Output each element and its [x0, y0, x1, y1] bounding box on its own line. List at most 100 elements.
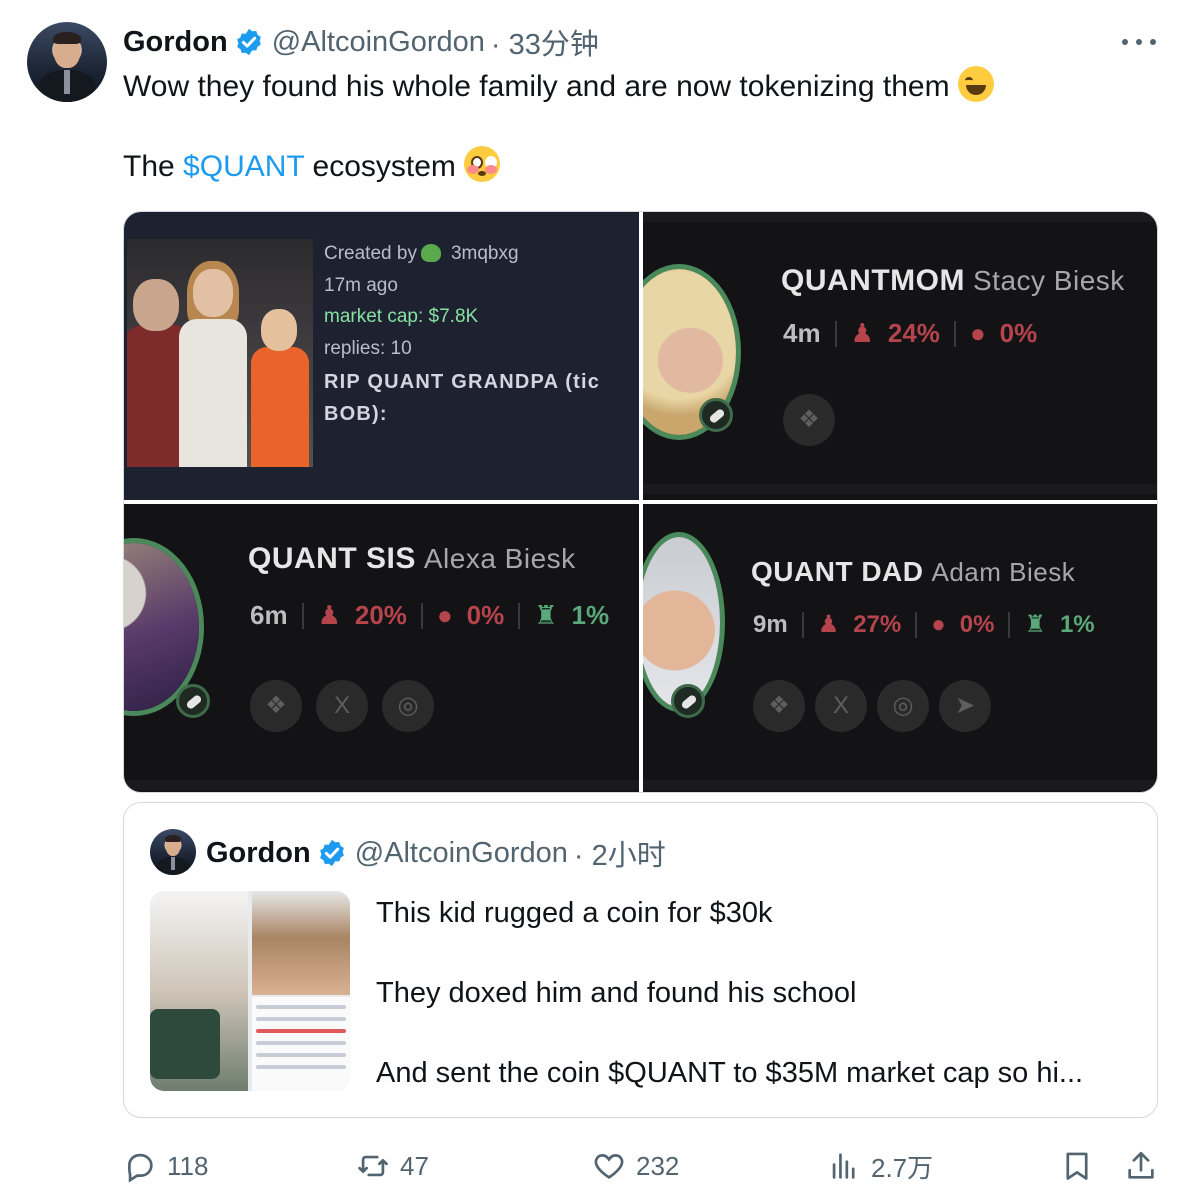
chef-hat-icon: ●	[969, 318, 986, 348]
coin-heading: QUANT SIS Alexa Biesk	[248, 542, 576, 576]
quoted-text-2: They doxed him and found his school	[376, 977, 857, 1009]
repost-icon	[358, 1155, 388, 1177]
holders-icon: ♟	[317, 600, 341, 630]
coin-heading: QUANTMOM Stacy Biesk	[781, 264, 1125, 298]
pepe-avatar-icon	[420, 244, 441, 262]
tweet-text-2-suffix: ecosystem	[312, 150, 456, 183]
quoted-author-avatar	[150, 829, 196, 875]
pill-link-icon[interactable]: ❖	[783, 394, 835, 446]
author-name[interactable]: Gordon	[123, 26, 228, 59]
pill-icon	[671, 684, 705, 718]
telegram-icon[interactable]: ➤	[939, 680, 991, 732]
like-button[interactable]: 232	[592, 1146, 679, 1186]
coin-age: 17m ago	[324, 274, 398, 296]
tweet-actions: 118 47 232 2.7万	[0, 1146, 1182, 1186]
chef-hat-icon: ●	[931, 610, 946, 638]
coin-person: Alexa Biesk	[423, 543, 576, 574]
globe-icon[interactable]: ◎	[877, 680, 929, 732]
quoted-text-1: This kid rugged a coin for $30k	[376, 897, 773, 929]
sniper-pct: 1%	[571, 600, 610, 630]
dev-pct: 0%	[999, 318, 1038, 348]
verified-badge-icon	[319, 839, 344, 867]
coin-stats: 6m ♟ 20% ● 0% ♜ 1%	[250, 600, 609, 631]
coin-title-2: BOB):	[324, 403, 388, 425]
pill-icon	[699, 398, 733, 432]
repost-button[interactable]: 47	[356, 1146, 429, 1186]
quoted-tweet-header: Gordon @AltcoinGordon · 2小时	[206, 833, 666, 873]
quoted-author-name: Gordon	[206, 836, 311, 869]
quoted-tweet[interactable]: Gordon @AltcoinGordon · 2小时 This kid rug…	[123, 802, 1158, 1118]
coin-age: 6m	[250, 600, 288, 630]
cashtag-link[interactable]: $QUANT	[183, 150, 304, 183]
views-button[interactable]: 2.7万	[827, 1146, 933, 1186]
joy-emoji-icon	[957, 66, 994, 102]
x-link-icon[interactable]: X	[815, 680, 867, 732]
sniper-pct: 1%	[1059, 610, 1095, 638]
creator-name: 3mqbxg	[450, 243, 519, 264]
tweet-text-1: Wow they found his whole family and are …	[123, 70, 950, 103]
holders-pct: 27%	[853, 610, 902, 638]
author-avatar[interactable]	[27, 22, 107, 102]
quoted-author-handle: @AltcoinGordon	[354, 836, 568, 869]
bookmark-button[interactable]	[1060, 1146, 1094, 1186]
media-tile-grandpa[interactable]: Created by 3mqbxg 17m ago market cap: $7.…	[124, 212, 639, 500]
bookmark-icon	[1066, 1152, 1088, 1180]
market-cap: market cap: $7.8K	[324, 306, 479, 327]
coin-person: Stacy Biesk	[972, 265, 1125, 296]
flushed-emoji-icon	[463, 146, 500, 182]
coin-stats: 4m ♟ 24% ● 0%	[783, 318, 1037, 349]
quoted-media-thumbnail	[150, 891, 350, 1091]
media-grid[interactable]: Created by 3mqbxg 17m ago market cap: $7.…	[123, 211, 1158, 793]
tweet-line-2: The $QUANT ecosystem	[123, 146, 500, 184]
reply-count: 118	[167, 1150, 209, 1181]
coin-person: Adam Biesk	[931, 557, 1076, 587]
reply-button[interactable]: 118	[123, 1146, 208, 1186]
dev-pct: 0%	[466, 600, 505, 630]
media-tile-quantmom[interactable]: QUANTMOM Stacy Biesk 4m ♟ 24% ● 0% ❖	[643, 212, 1157, 500]
created-by-label: Created by	[324, 243, 417, 264]
chef-hat-icon: ●	[436, 600, 453, 630]
tweet-line-1: Wow they found his whole family and are …	[123, 66, 994, 104]
quoted-text-3: And sent the coin $QUANT to $35M market …	[376, 1057, 1084, 1089]
coin-stats: 9m ♟ 27% ● 0% ♜ 1%	[753, 610, 1095, 639]
reply-count: replies: 10	[324, 337, 412, 359]
coin-ticker: QUANT SIS	[248, 542, 416, 575]
holders-pct: 24%	[887, 318, 940, 348]
heart-icon	[594, 1154, 624, 1179]
tweet-time[interactable]: · 33分钟	[491, 21, 599, 63]
tweet-header: Gordon @AltcoinGordon · 33分钟	[123, 21, 599, 63]
pill-link-icon[interactable]: ❖	[753, 680, 805, 732]
share-icon	[1128, 1151, 1154, 1179]
sniper-icon: ♜	[534, 600, 558, 630]
like-count: 232	[636, 1150, 680, 1181]
holders-icon: ♟	[850, 318, 874, 348]
coin-ticker: QUANT DAD	[751, 556, 924, 587]
share-button[interactable]	[1124, 1146, 1158, 1186]
sniper-icon: ♜	[1024, 611, 1046, 638]
media-tile-quant-sis[interactable]: QUANT SIS Alexa Biesk 6m ♟ 20% ● 0% ♜ 1% …	[124, 504, 639, 792]
coin-age: 9m	[753, 610, 788, 638]
holders-icon: ♟	[817, 611, 840, 638]
tweet-text-2-prefix: The	[123, 150, 175, 183]
coin-meta: Created by 3mqbxg 17m ago market cap: $7.…	[324, 238, 600, 430]
pill-link-icon[interactable]: ❖	[250, 680, 302, 732]
more-options-icon[interactable]	[1122, 36, 1156, 48]
coin-title-1: RIP QUANT GRANDPA (tic	[324, 371, 601, 393]
views-icon	[832, 1153, 855, 1179]
author-handle[interactable]: @AltcoinGordon	[272, 26, 485, 59]
media-tile-quant-dad[interactable]: QUANT DAD Adam Biesk 9m ♟ 27% ● 0% ♜ 1% ❖…	[643, 504, 1157, 792]
verified-badge-icon	[236, 28, 261, 56]
coin-ticker: QUANTMOM	[781, 264, 965, 297]
holders-pct: 20%	[354, 600, 407, 630]
quoted-tweet-time: · 2小时	[573, 840, 666, 872]
x-link-icon[interactable]: X	[316, 680, 368, 732]
globe-icon[interactable]: ◎	[382, 680, 434, 732]
family-photo	[127, 239, 313, 467]
coin-age: 4m	[783, 318, 821, 348]
view-count: 2.7万	[871, 1152, 934, 1183]
reply-icon	[128, 1153, 153, 1183]
dev-pct: 0%	[959, 610, 995, 638]
pill-icon	[176, 684, 210, 718]
repost-count: 47	[400, 1150, 429, 1181]
coin-heading: QUANT DAD Adam Biesk	[751, 556, 1075, 588]
